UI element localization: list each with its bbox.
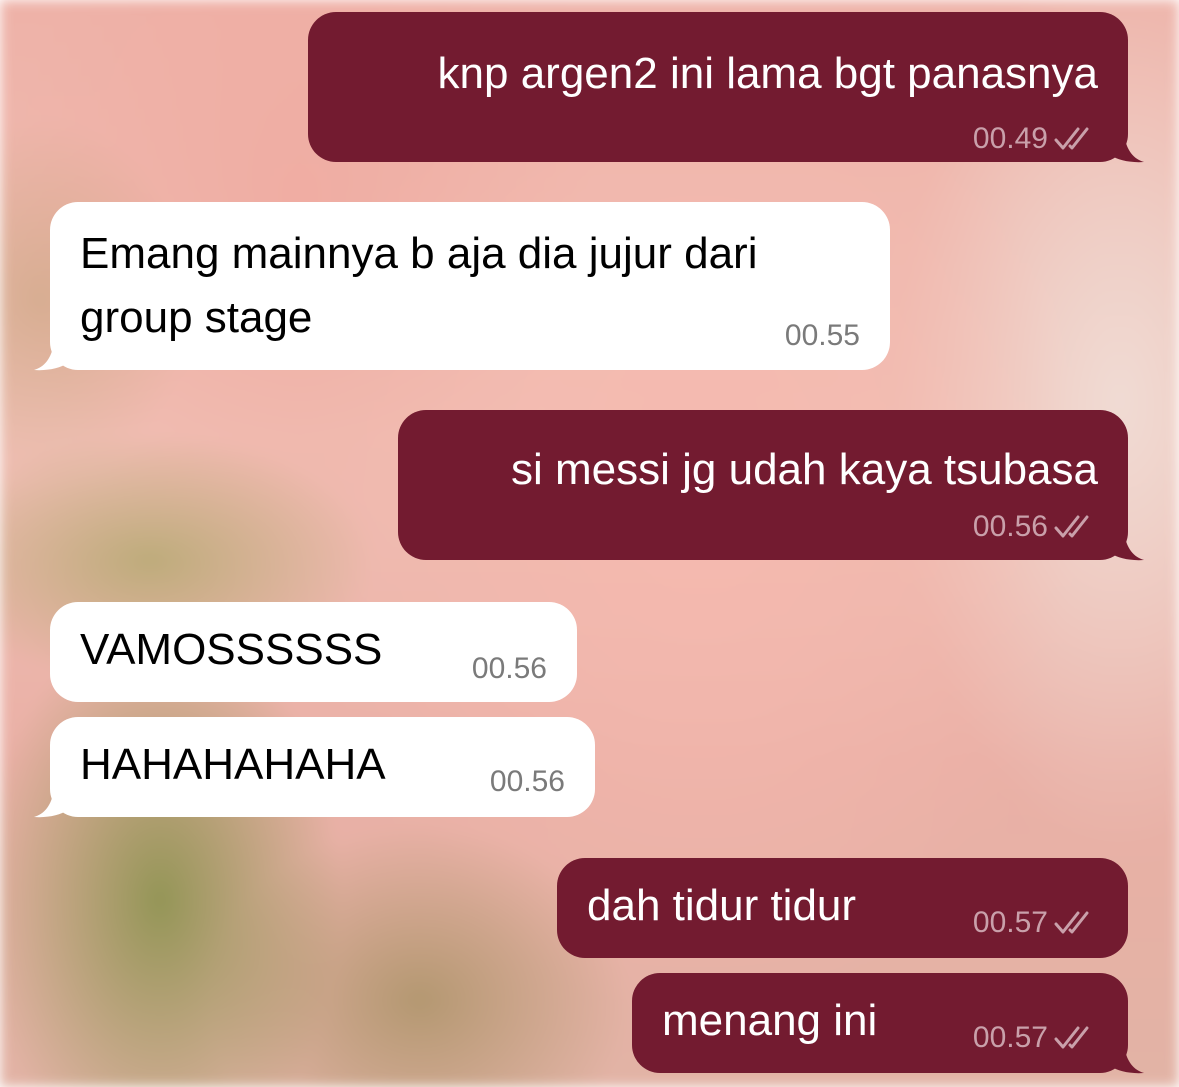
message-text: VAMOSSSSSS: [80, 625, 383, 674]
message-time: 00.49: [973, 122, 1098, 156]
bubble-tail: [34, 788, 68, 818]
incoming-message-bubble[interactable]: Emang mainnya b aja dia jujur dari group…: [50, 202, 890, 370]
bubble-tail: [34, 341, 68, 371]
message-text: Emang mainnya b aja dia jujur dari: [80, 229, 758, 278]
message-time: 00.56: [973, 510, 1098, 544]
outgoing-message-bubble[interactable]: si messi jg udah kaya tsubasa 00.56: [398, 410, 1128, 560]
message-time: 00.57: [973, 1021, 1098, 1055]
message-time: 00.56: [489, 765, 565, 798]
double-check-icon: [1054, 911, 1089, 934]
message-text: si messi jg udah kaya tsubasa: [511, 445, 1098, 494]
message-text: HAHAHAHAHA: [80, 740, 386, 789]
message-text: menang ini: [662, 996, 878, 1045]
incoming-message-bubble[interactable]: VAMOSSSSSS 00.56: [50, 602, 577, 702]
bubble-tail: [1110, 531, 1144, 561]
double-check-icon: [1054, 1026, 1089, 1049]
double-check-icon: [1054, 127, 1089, 150]
bubble-tail: [1110, 133, 1144, 163]
message-text: group stage: [80, 293, 313, 342]
message-text: dah tidur tidur: [587, 881, 857, 930]
message-text: knp argen2 ini lama bgt panasnya: [437, 49, 1098, 98]
outgoing-message-bubble[interactable]: menang ini 00.57: [632, 973, 1128, 1073]
outgoing-message-bubble[interactable]: dah tidur tidur 00.57: [557, 858, 1128, 958]
message-time: 00.55: [784, 319, 860, 352]
double-check-icon: [1054, 515, 1089, 538]
bubble-tail: [1110, 1044, 1144, 1074]
incoming-message-bubble[interactable]: HAHAHAHAHA 00.56: [50, 717, 595, 817]
message-time: 00.56: [471, 652, 547, 685]
outgoing-message-bubble[interactable]: knp argen2 ini lama bgt panasnya 00.49: [308, 12, 1128, 162]
message-time: 00.57: [973, 906, 1098, 940]
